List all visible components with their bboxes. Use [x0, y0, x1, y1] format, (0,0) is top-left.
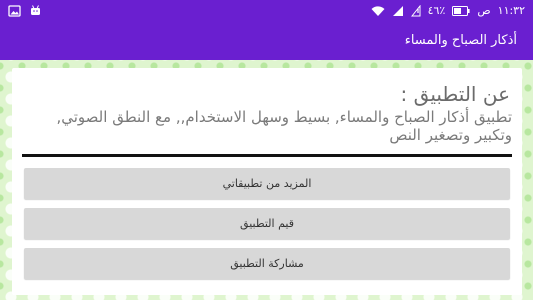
- android-icon: [29, 5, 42, 17]
- battery-icon: [452, 6, 470, 16]
- app-title: أذكار الصباح والمساء: [404, 33, 517, 48]
- status-left-icons: [8, 4, 42, 18]
- wifi-icon: [371, 5, 385, 17]
- no-sim-icon: [410, 5, 421, 17]
- about-card: عن التطبيق : تطبيق أذكار الصباح والمساء,…: [12, 68, 522, 295]
- ampm-text: ص: [477, 4, 491, 17]
- rate-app-button[interactable]: قيم التطبيق: [24, 208, 510, 239]
- share-app-button[interactable]: مشاركة التطبيق: [24, 248, 510, 279]
- battery-percent-text: ٤٦٪: [427, 4, 446, 17]
- more-apps-button[interactable]: المزيد من تطبيقاتي: [24, 168, 510, 199]
- clock-text: ١١:٣٢: [497, 4, 525, 17]
- about-heading: عن التطبيق :: [400, 82, 510, 106]
- signal-icon: [392, 5, 404, 17]
- section-divider: [22, 154, 512, 157]
- app-bar: أذكار الصباح والمساء: [0, 22, 533, 60]
- status-bar: ٤٦٪ ص ١١:٣٢: [0, 0, 533, 22]
- about-description: تطبيق أذكار الصباح والمساء, بسيط وسهل ال…: [56, 108, 512, 144]
- app-screen: ٤٦٪ ص ١١:٣٢ أذكار الصباح والمساء عن التط…: [0, 0, 533, 300]
- image-icon: [8, 5, 21, 17]
- status-right-icons: ٤٦٪ ص ١١:٣٢: [371, 3, 525, 19]
